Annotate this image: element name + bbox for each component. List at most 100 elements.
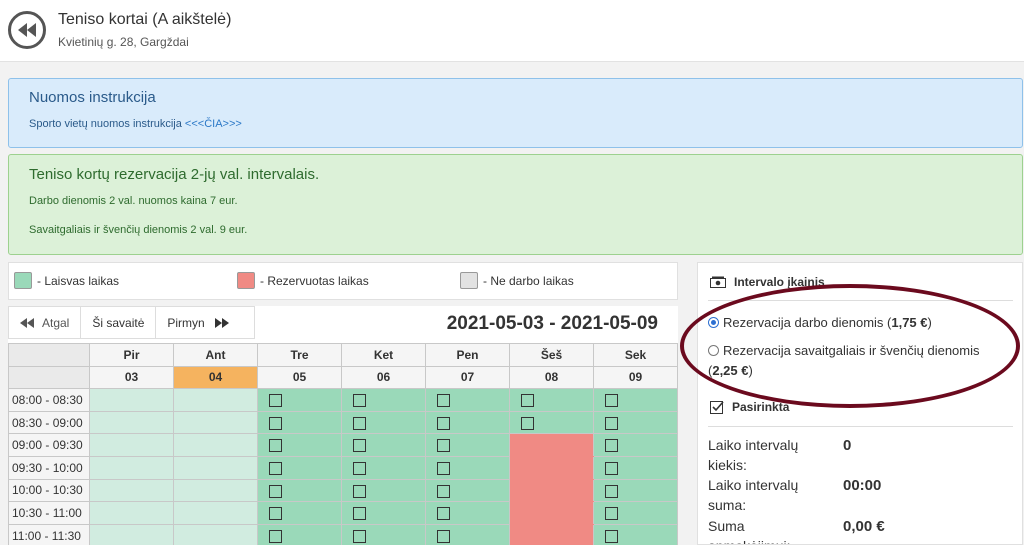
slot-checkbox[interactable] <box>437 416 450 430</box>
slot-checkbox[interactable] <box>269 394 282 408</box>
slot-cell-past <box>89 433 174 457</box>
day-date-header: 05 <box>257 365 342 390</box>
slot-checkbox[interactable] <box>437 507 450 521</box>
slot-checkbox[interactable] <box>353 507 366 521</box>
slot-checkbox[interactable] <box>605 484 618 498</box>
slot-cell-free[interactable] <box>257 388 342 412</box>
slot-cell-free[interactable] <box>341 455 426 480</box>
slot-cell-free[interactable] <box>257 455 342 480</box>
table-row: 11:00 - 11:30 <box>8 523 678 545</box>
slot-cell-past <box>173 478 258 503</box>
slot-cell-free[interactable] <box>425 433 510 457</box>
slot-checkbox[interactable] <box>605 461 618 475</box>
slot-checkbox[interactable] <box>269 529 282 543</box>
radio-weekday[interactable] <box>708 317 719 328</box>
legend-free-swatch <box>14 272 32 289</box>
slot-cell-free[interactable] <box>425 523 510 545</box>
slot-cell-free[interactable] <box>593 410 678 435</box>
current-week-button[interactable]: Ši savaitė <box>81 307 157 338</box>
slot-checkbox[interactable] <box>353 394 366 408</box>
slot-checkbox[interactable] <box>437 394 450 408</box>
slot-checkbox[interactable] <box>437 484 450 498</box>
interval-sum-value: 00:00 <box>843 477 882 494</box>
day-date-row: 03 04 05 06 07 08 09 <box>8 365 678 390</box>
next-week-button[interactable]: Pirmyn <box>156 307 239 338</box>
slot-cell-free[interactable] <box>593 455 678 480</box>
slot-checkbox[interactable] <box>605 529 618 543</box>
time-slot-label: 08:00 - 08:30 <box>8 388 90 412</box>
money-icon <box>710 276 726 288</box>
slot-cell-free[interactable] <box>593 433 678 457</box>
day-date-header: 09 <box>593 365 678 390</box>
slot-cell-free[interactable] <box>341 410 426 435</box>
slot-checkbox[interactable] <box>605 507 618 521</box>
legend-reserved-swatch <box>237 272 255 289</box>
day-name-header: Pen <box>425 343 510 367</box>
pricing-title: Teniso kortų rezervacija 2-jų val. inter… <box>29 166 320 183</box>
slot-cell-free[interactable] <box>425 410 510 435</box>
slot-checkbox[interactable] <box>521 394 534 408</box>
slot-cell-free[interactable] <box>341 478 426 503</box>
slot-cell-free[interactable] <box>509 388 594 412</box>
slot-cell-free[interactable] <box>341 433 426 457</box>
slot-cell-free[interactable] <box>593 501 678 525</box>
legend-reserved: - Rezervuotas laikas <box>237 272 369 289</box>
slot-checkbox[interactable] <box>269 461 282 475</box>
slot-checkbox[interactable] <box>437 529 450 543</box>
slot-checkbox[interactable] <box>353 439 366 453</box>
slot-cell-free[interactable] <box>593 523 678 545</box>
slot-cell-reserved <box>509 455 594 480</box>
day-name-header: Šeš <box>509 343 594 367</box>
payment-sum-label: Suma apmokėjimui: <box>708 518 790 544</box>
slot-cell-free[interactable] <box>341 388 426 412</box>
interval-count-label: Laiko intervalų kiekis: <box>708 437 799 473</box>
option-weekday-end: ) <box>927 315 932 330</box>
slot-cell-past <box>89 501 174 525</box>
slot-checkbox[interactable] <box>353 461 366 475</box>
slot-checkbox[interactable] <box>353 484 366 498</box>
checklist-icon <box>710 401 724 414</box>
slot-checkbox[interactable] <box>269 416 282 430</box>
slot-checkbox[interactable] <box>353 416 366 430</box>
slot-checkbox[interactable] <box>269 439 282 453</box>
slot-cell-free[interactable] <box>425 478 510 503</box>
slot-cell-free[interactable] <box>425 501 510 525</box>
radio-weekend[interactable] <box>708 345 719 356</box>
slot-checkbox[interactable] <box>521 416 534 430</box>
day-date-header: 08 <box>509 365 594 390</box>
slot-cell-free[interactable] <box>257 523 342 545</box>
slot-cell-free[interactable] <box>257 501 342 525</box>
slot-cell-free[interactable] <box>341 523 426 545</box>
slot-cell-free[interactable] <box>509 410 594 435</box>
table-row: 08:30 - 09:00 <box>8 410 678 435</box>
back-button[interactable] <box>8 11 46 49</box>
slot-cell-free[interactable] <box>593 478 678 503</box>
slot-checkbox[interactable] <box>437 439 450 453</box>
slot-checkbox[interactable] <box>605 439 618 453</box>
slot-cell-reserved <box>509 478 594 503</box>
day-date-header: 03 <box>89 365 174 390</box>
instructions-link[interactable]: <<<ČIA>>> <box>185 118 242 130</box>
slot-cell-free[interactable] <box>341 501 426 525</box>
slot-checkbox[interactable] <box>605 394 618 408</box>
slot-cell-past <box>89 388 174 412</box>
interval-sum-label: Laiko intervalų suma: <box>708 477 799 513</box>
slot-cell-free[interactable] <box>257 478 342 503</box>
prev-week-button[interactable]: Atgal <box>9 307 82 338</box>
slot-cell-free[interactable] <box>593 388 678 412</box>
price-section-title: Intervalo įkainis <box>734 275 825 289</box>
option-weekday[interactable]: Rezervacija darbo dienomis (1,75 €) <box>708 313 1008 333</box>
reservation-sidebar: Intervalo įkainis Rezervacija darbo dien… <box>697 262 1023 545</box>
option-weekend[interactable]: Rezervacija savaitgaliais ir švenčių die… <box>708 341 1008 381</box>
legend-reserved-label: - Rezervuotas laikas <box>260 273 369 288</box>
slot-cell-free[interactable] <box>425 455 510 480</box>
slot-cell-free[interactable] <box>257 433 342 457</box>
slot-checkbox[interactable] <box>353 529 366 543</box>
slot-checkbox[interactable] <box>605 416 618 430</box>
slot-cell-free[interactable] <box>425 388 510 412</box>
slot-checkbox[interactable] <box>437 461 450 475</box>
slot-checkbox[interactable] <box>269 507 282 521</box>
slot-cell-free[interactable] <box>257 410 342 435</box>
slot-checkbox[interactable] <box>269 484 282 498</box>
prev-week-label: Atgal <box>42 315 70 330</box>
